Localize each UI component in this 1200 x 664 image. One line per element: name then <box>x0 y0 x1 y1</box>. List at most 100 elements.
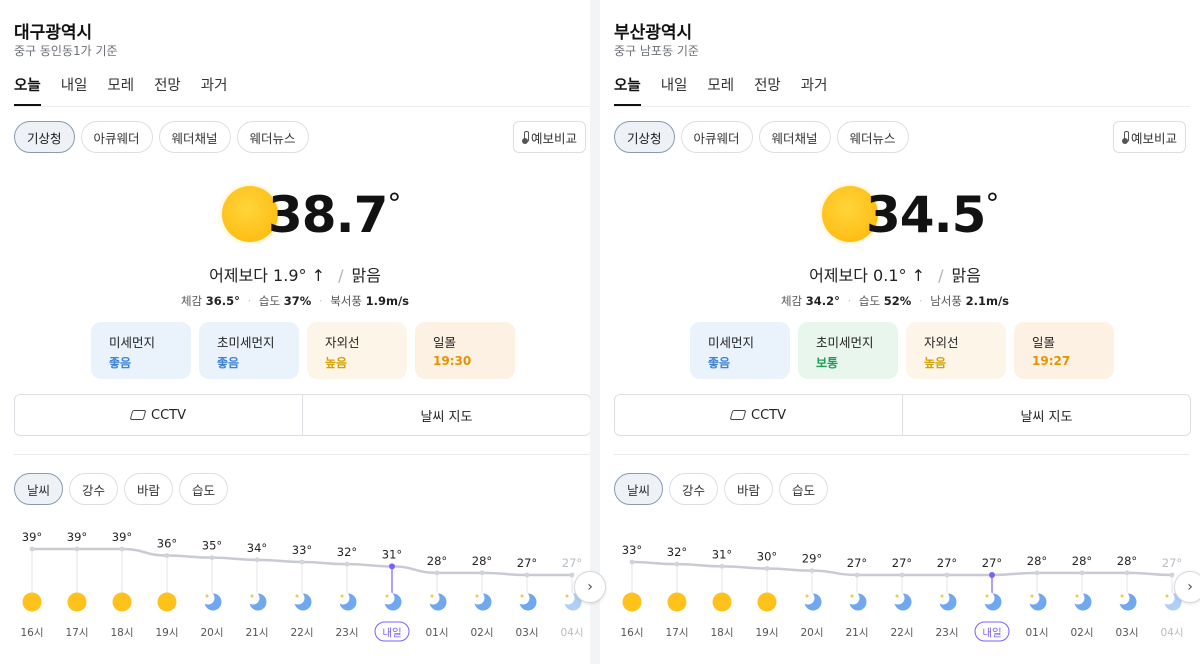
moon-mask <box>336 591 350 605</box>
hourly-forecast[interactable]: 39° 16시 39° 17시 39° 18시 36° 19시 35° 20시 34° 21시 33° 2… <box>0 520 590 650</box>
sunset-card[interactable]: 일몰 19:27 <box>1014 322 1114 379</box>
day-tabs: 오늘 내일 모레 전망 과거 <box>614 72 827 106</box>
fine-dust-card[interactable]: 미세먼지 좋음 <box>91 322 191 379</box>
source-weatherchannel[interactable]: 웨더채널 <box>158 121 231 153</box>
hour-label: 17시 <box>665 627 688 639</box>
weather-map-button[interactable]: 날씨 지도 <box>902 395 1190 435</box>
metric-tab-weather[interactable]: 날씨 <box>614 473 664 505</box>
temperature-label: 27° <box>982 556 1002 570</box>
forecast-compare-label: 예보비교 <box>1130 130 1177 146</box>
hour-label: 20시 <box>200 627 223 639</box>
temperature-label: 32° <box>667 545 687 559</box>
temperature-point <box>854 572 860 578</box>
moon-mask <box>1026 591 1040 605</box>
hourly-forecast[interactable]: 33° 16시 32° 17시 31° 18시 30° 19시 29° 20시 27° 21시 27° 2… <box>600 520 1190 650</box>
sun-icon <box>667 592 687 612</box>
temperature-label: 27° <box>562 556 582 570</box>
ultrafine-dust-card[interactable]: 초미세먼지 보통 <box>798 322 898 379</box>
chevron-right-icon: › <box>587 579 593 595</box>
source-chips: 기상청 아큐웨더 웨더채널 웨더뉴스 <box>14 121 309 153</box>
hour-label: 17시 <box>65 627 88 639</box>
tab-outlook[interactable]: 전망 <box>154 72 181 106</box>
current-temperature: 38.7 ° <box>268 190 401 241</box>
vs-yesterday-value: 1.9° ↑ <box>273 266 325 285</box>
card-label: 자외선 <box>325 335 360 350</box>
cctv-button[interactable]: CCTV <box>15 395 302 435</box>
star-icon <box>430 594 434 598</box>
weather-map-button[interactable]: 날씨 지도 <box>302 395 590 435</box>
hour-label: 01시 <box>1025 627 1048 639</box>
tab-today[interactable]: 오늘 <box>614 72 641 106</box>
feels-like-value: 34.2° <box>805 294 840 308</box>
forecast-compare-button[interactable]: 예보비교 <box>512 121 586 153</box>
weather-details: 체감 36.5° · 습도 37% · 북서풍 1.9m/s <box>180 294 410 308</box>
wind-label: 남서풍 <box>930 294 962 308</box>
star-icon <box>805 594 809 598</box>
hour-label: 20시 <box>800 627 823 639</box>
temperature-label: 29° <box>802 552 822 566</box>
metric-tab-wind[interactable]: 바람 <box>124 473 174 505</box>
source-weatherchannel[interactable]: 웨더채널 <box>758 121 831 153</box>
hour-label: 23시 <box>935 627 958 639</box>
cctv-button[interactable]: CCTV <box>615 395 902 435</box>
hour-label: 19시 <box>155 627 178 639</box>
weather-condition: 맑음 <box>351 266 381 285</box>
humidity-label: 습도 <box>858 294 881 308</box>
hour-label: 23시 <box>335 627 358 639</box>
source-accuweather[interactable]: 아큐웨더 <box>80 121 153 153</box>
feels-like-label: 체감 <box>780 294 803 308</box>
hourly-next-button[interactable]: › <box>1174 571 1200 603</box>
moon-mask <box>891 591 905 605</box>
star-icon <box>1075 594 1079 598</box>
source-kma[interactable]: 기상청 <box>14 121 75 153</box>
star-icon <box>1165 594 1169 598</box>
tab-tomorrow[interactable]: 내일 <box>61 72 88 106</box>
source-weathernews[interactable]: 웨더뉴스 <box>236 121 309 153</box>
current-temperature: 34.5 ° <box>866 190 999 241</box>
chevron-right-icon: › <box>1187 579 1193 595</box>
temperature-label: 28° <box>1027 554 1047 568</box>
hour-label: 내일 <box>382 626 401 639</box>
camera-icon <box>129 410 147 420</box>
sunset-card[interactable]: 일몰 19:30 <box>415 322 515 379</box>
metric-tab-humidity[interactable]: 습도 <box>779 473 829 505</box>
metric-tab-weather[interactable]: 날씨 <box>14 473 64 505</box>
thermometer-icon <box>521 131 529 144</box>
forecast-compare-label: 예보비교 <box>530 130 577 146</box>
tab-day-after[interactable]: 모레 <box>107 72 134 106</box>
temperature-point <box>479 570 485 576</box>
hourly-next-button[interactable]: › <box>574 571 606 603</box>
current-temperature-value: 34.5 <box>866 186 986 244</box>
source-accuweather[interactable]: 아큐웨더 <box>680 121 753 153</box>
temperature-point <box>1124 570 1130 576</box>
tab-tomorrow[interactable]: 내일 <box>661 72 688 106</box>
wind-value: 2.1m/s <box>965 294 1010 308</box>
hourly-temperature-graph: 33° 16시 32° 17시 31° 18시 30° 19시 29° 20시 27° 21시 27° 2… <box>620 543 1184 642</box>
star-icon <box>340 594 344 598</box>
temperature-point <box>719 563 725 569</box>
uv-card[interactable]: 자외선 높음 <box>307 322 407 379</box>
metric-tab-precipitation[interactable]: 강수 <box>69 473 119 505</box>
hour-label: 21시 <box>845 627 868 639</box>
source-weathernews[interactable]: 웨더뉴스 <box>836 121 909 153</box>
temperature-label: 27° <box>847 556 867 570</box>
ultrafine-dust-card[interactable]: 초미세먼지 좋음 <box>199 322 299 379</box>
moon-mask <box>291 591 305 605</box>
metric-tab-wind[interactable]: 바람 <box>724 473 774 505</box>
tab-outlook[interactable]: 전망 <box>754 72 781 106</box>
metric-tab-precipitation[interactable]: 강수 <box>669 473 719 505</box>
card-label: 일몰 <box>433 335 457 350</box>
source-kma[interactable]: 기상청 <box>614 121 675 153</box>
humidity-value: 37% <box>283 294 312 308</box>
metric-tab-humidity[interactable]: 습도 <box>179 473 229 505</box>
hour-label: 19시 <box>755 627 778 639</box>
tab-today[interactable]: 오늘 <box>14 72 41 106</box>
fine-dust-card[interactable]: 미세먼지 좋음 <box>690 322 790 379</box>
tab-past[interactable]: 과거 <box>201 72 228 106</box>
tab-day-after[interactable]: 모레 <box>707 72 734 106</box>
forecast-compare-button[interactable]: 예보비교 <box>1112 121 1186 153</box>
tab-past[interactable]: 과거 <box>801 72 828 106</box>
weather-panel-busan: 부산광역시 중구 남포동 기준 오늘 내일 모레 전망 과거 기상청 아큐웨더 … <box>590 0 1200 664</box>
star-icon <box>985 594 989 598</box>
uv-card[interactable]: 자외선 높음 <box>906 322 1006 379</box>
